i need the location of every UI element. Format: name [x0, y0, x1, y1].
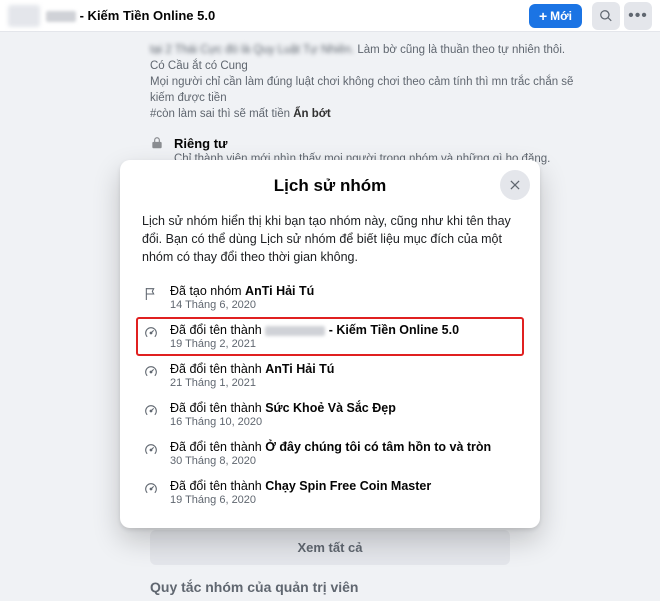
rename-icon: [142, 324, 160, 342]
history-label: Đã đổi tên thành - Kiếm Tiền Online 5.0: [170, 323, 518, 337]
modal-description: Lịch sử nhóm hiển thị khi bạn tạo nhóm n…: [120, 206, 540, 278]
history-item: Đã đổi tên thành AnTi Hải Tú21 Tháng 1, …: [136, 356, 524, 395]
history-item: Đã đổi tên thành Ở đây chúng tôi có tâm …: [136, 434, 524, 473]
close-icon: [508, 178, 522, 192]
history-list: Đã tạo nhóm AnTi Hải Tú14 Tháng 6, 2020Đ…: [120, 278, 540, 512]
history-item: Đã tạo nhóm AnTi Hải Tú14 Tháng 6, 2020: [136, 278, 524, 317]
close-button[interactable]: [500, 170, 530, 200]
history-label: Đã đổi tên thành Chạy Spin Free Coin Mas…: [170, 479, 518, 493]
history-item: Đã đổi tên thành - Kiếm Tiền Online 5.01…: [136, 317, 524, 356]
history-date: 14 Tháng 6, 2020: [170, 299, 518, 311]
history-label: Đã tạo nhóm AnTi Hải Tú: [170, 284, 518, 298]
history-date: 21 Tháng 1, 2021: [170, 377, 518, 389]
history-date: 16 Tháng 10, 2020: [170, 416, 518, 428]
flag-icon: [142, 285, 160, 303]
rename-icon: [142, 441, 160, 459]
rename-icon: [142, 480, 160, 498]
history-label: Đã đổi tên thành AnTi Hải Tú: [170, 362, 518, 376]
modal-title: Lịch sử nhóm: [120, 176, 540, 196]
history-label: Đã đổi tên thành Ở đây chúng tôi có tâm …: [170, 440, 518, 454]
history-item: Đã đổi tên thành Chạy Spin Free Coin Mas…: [136, 473, 524, 512]
rename-icon: [142, 402, 160, 420]
group-history-modal: Lịch sử nhóm Lịch sử nhóm hiển thị khi b…: [120, 160, 540, 528]
history-date: 19 Tháng 6, 2020: [170, 494, 518, 506]
history-item: Đã đổi tên thành Sức Khoẻ Và Sắc Đẹp16 T…: [136, 395, 524, 434]
history-date: 30 Tháng 8, 2020: [170, 455, 518, 467]
history-label: Đã đổi tên thành Sức Khoẻ Và Sắc Đẹp: [170, 401, 518, 415]
modal-overlay: Lịch sử nhóm Lịch sử nhóm hiển thị khi b…: [0, 0, 660, 601]
rename-icon: [142, 363, 160, 381]
history-date: 19 Tháng 2, 2021: [170, 338, 518, 350]
